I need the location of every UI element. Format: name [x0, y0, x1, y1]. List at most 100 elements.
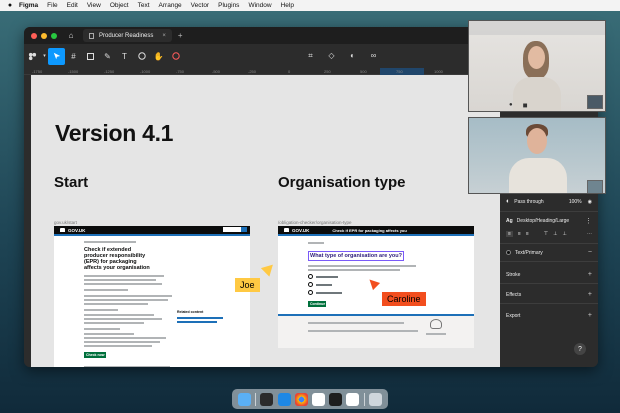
page-heading: Check if extended producer responsibilit…	[84, 247, 150, 272]
shape-tool-icon[interactable]	[82, 48, 99, 65]
video-tile-participant-2	[468, 117, 606, 194]
terminal-icon[interactable]	[260, 392, 274, 406]
mask-icon[interactable]: ◐	[344, 47, 361, 64]
align-top-icon[interactable]: ⊤	[544, 231, 548, 237]
text-line	[84, 318, 162, 321]
help-button[interactable]: ?	[574, 343, 586, 355]
participant-face	[527, 128, 547, 154]
menu-arrange[interactable]: Arrange	[159, 2, 182, 9]
back-link	[308, 242, 324, 244]
apple-menu-icon[interactable]: ●	[6, 2, 14, 9]
text-style-options-icon[interactable]: ⋮	[585, 217, 592, 225]
zoom-window-button[interactable]	[51, 32, 57, 39]
version-title[interactable]: Version 4.1	[55, 120, 173, 147]
trash-icon[interactable]	[368, 392, 382, 406]
minimize-window-button[interactable]	[41, 32, 47, 39]
layer-opacity[interactable]: 100%	[569, 199, 582, 205]
frame-label-organisation-type[interactable]: /obligation-checker/organisation-type	[278, 220, 352, 225]
crown-icon	[284, 228, 289, 232]
hand-tool-icon[interactable]: ✋	[150, 48, 167, 65]
window-controls	[31, 32, 57, 39]
self-view-pip[interactable]	[587, 180, 603, 193]
text-tool-icon[interactable]: T	[116, 48, 133, 65]
pen-tool-icon[interactable]: ✎	[99, 48, 116, 65]
export-section: Export +	[506, 312, 592, 319]
text-style-name[interactable]: Desktop/Heading/Large	[517, 218, 570, 224]
text-line	[84, 314, 154, 317]
mute-icon[interactable]: ●	[509, 102, 513, 109]
file-tab-title: Producer Readiness	[99, 32, 154, 39]
vscode-icon[interactable]	[277, 392, 291, 406]
file-icon	[89, 32, 94, 39]
text-style-row: Ag Desktop/Heading/Large ⋮	[506, 217, 592, 225]
fill-style-name[interactable]: Text/Primary	[515, 250, 543, 256]
add-effect-icon[interactable]: +	[588, 291, 592, 298]
menu-window[interactable]: Window	[248, 2, 271, 9]
comment-tool-icon[interactable]	[133, 48, 150, 65]
finder-icon[interactable]	[238, 392, 252, 406]
main-menu-icon[interactable]	[24, 48, 41, 65]
frame-tool-icon[interactable]: #	[65, 48, 82, 65]
align-left-icon[interactable]: ≡	[506, 231, 513, 237]
divider	[500, 261, 598, 262]
column-title-start[interactable]: Start	[54, 174, 88, 191]
figma-icon[interactable]	[329, 392, 343, 406]
calendar-icon[interactable]	[346, 392, 360, 406]
slack-icon[interactable]	[312, 392, 326, 406]
close-tab-icon[interactable]: ×	[162, 33, 166, 39]
main-menu-chevron-icon[interactable]: ▾	[41, 48, 48, 65]
text-line	[84, 279, 156, 282]
effects-section: Effects +	[506, 291, 592, 298]
menu-plugins[interactable]: Plugins	[218, 2, 239, 9]
component-icon[interactable]: ◇	[323, 47, 340, 64]
add-stroke-icon[interactable]: +	[588, 271, 592, 278]
dock-divider	[363, 392, 365, 406]
search-icon	[241, 227, 247, 232]
more-text-options-icon[interactable]: ⋯	[587, 231, 592, 237]
blend-mode-icon[interactable]: ◐	[506, 198, 510, 205]
align-bottom-icon[interactable]: ⊥	[562, 231, 566, 237]
move-tool-icon[interactable]	[48, 47, 65, 65]
close-window-button[interactable]	[31, 32, 37, 39]
new-tab-button[interactable]: +	[178, 31, 183, 40]
home-icon[interactable]: ⌂	[65, 31, 77, 40]
menu-object[interactable]: Object	[110, 2, 129, 9]
menu-text[interactable]: Text	[138, 2, 150, 9]
align-right-icon[interactable]: ≡	[526, 231, 529, 237]
menu-vector[interactable]: Vector	[191, 2, 209, 9]
footer-links	[308, 322, 404, 324]
crop-icon[interactable]: ⌗	[302, 47, 319, 64]
visibility-icon[interactable]: ◉	[588, 199, 592, 205]
text-line	[84, 322, 144, 325]
layer-mode[interactable]: Pass through	[514, 199, 543, 205]
fill-swatch-icon[interactable]	[506, 250, 511, 255]
frame-label-start[interactable]: gov.uk/start	[54, 220, 77, 225]
text-line	[84, 289, 128, 292]
menu-view[interactable]: View	[87, 2, 101, 9]
text-line	[84, 341, 160, 344]
link-icon[interactable]: ∞	[365, 47, 382, 64]
service-name: Check if EPR for packaging affects you	[332, 227, 407, 233]
vertical-ruler	[24, 75, 31, 367]
menu-edit[interactable]: Edit	[67, 2, 78, 9]
export-label: Export	[506, 312, 521, 319]
add-export-icon[interactable]: +	[588, 312, 592, 319]
frame-start-page[interactable]: GOV.UK Check if extended producer respon…	[54, 226, 250, 367]
ruler-tick: -1250	[104, 69, 115, 74]
align-center-icon[interactable]: ≡	[518, 231, 521, 237]
fill-row: Text/Primary −	[506, 249, 592, 256]
file-tab[interactable]: Producer Readiness ×	[83, 29, 172, 42]
detach-style-icon[interactable]: −	[588, 249, 592, 256]
camera-icon[interactable]: ◼	[523, 102, 528, 109]
stroke-label: Stroke	[506, 271, 521, 278]
chrome-icon[interactable]	[294, 392, 308, 406]
align-middle-icon[interactable]: ⊥	[553, 231, 557, 237]
self-view-pip[interactable]	[587, 95, 603, 109]
record-comment-icon[interactable]	[167, 48, 184, 65]
menu-file[interactable]: File	[47, 2, 57, 9]
menu-help[interactable]: Help	[281, 2, 294, 9]
column-title-organisation-type[interactable]: Organisation type	[278, 174, 406, 191]
govuk-footer	[278, 314, 474, 348]
menu-app-figma[interactable]: Figma	[19, 2, 38, 9]
design-canvas[interactable]: Version 4.1 Start Organisation type gov.…	[31, 75, 500, 367]
